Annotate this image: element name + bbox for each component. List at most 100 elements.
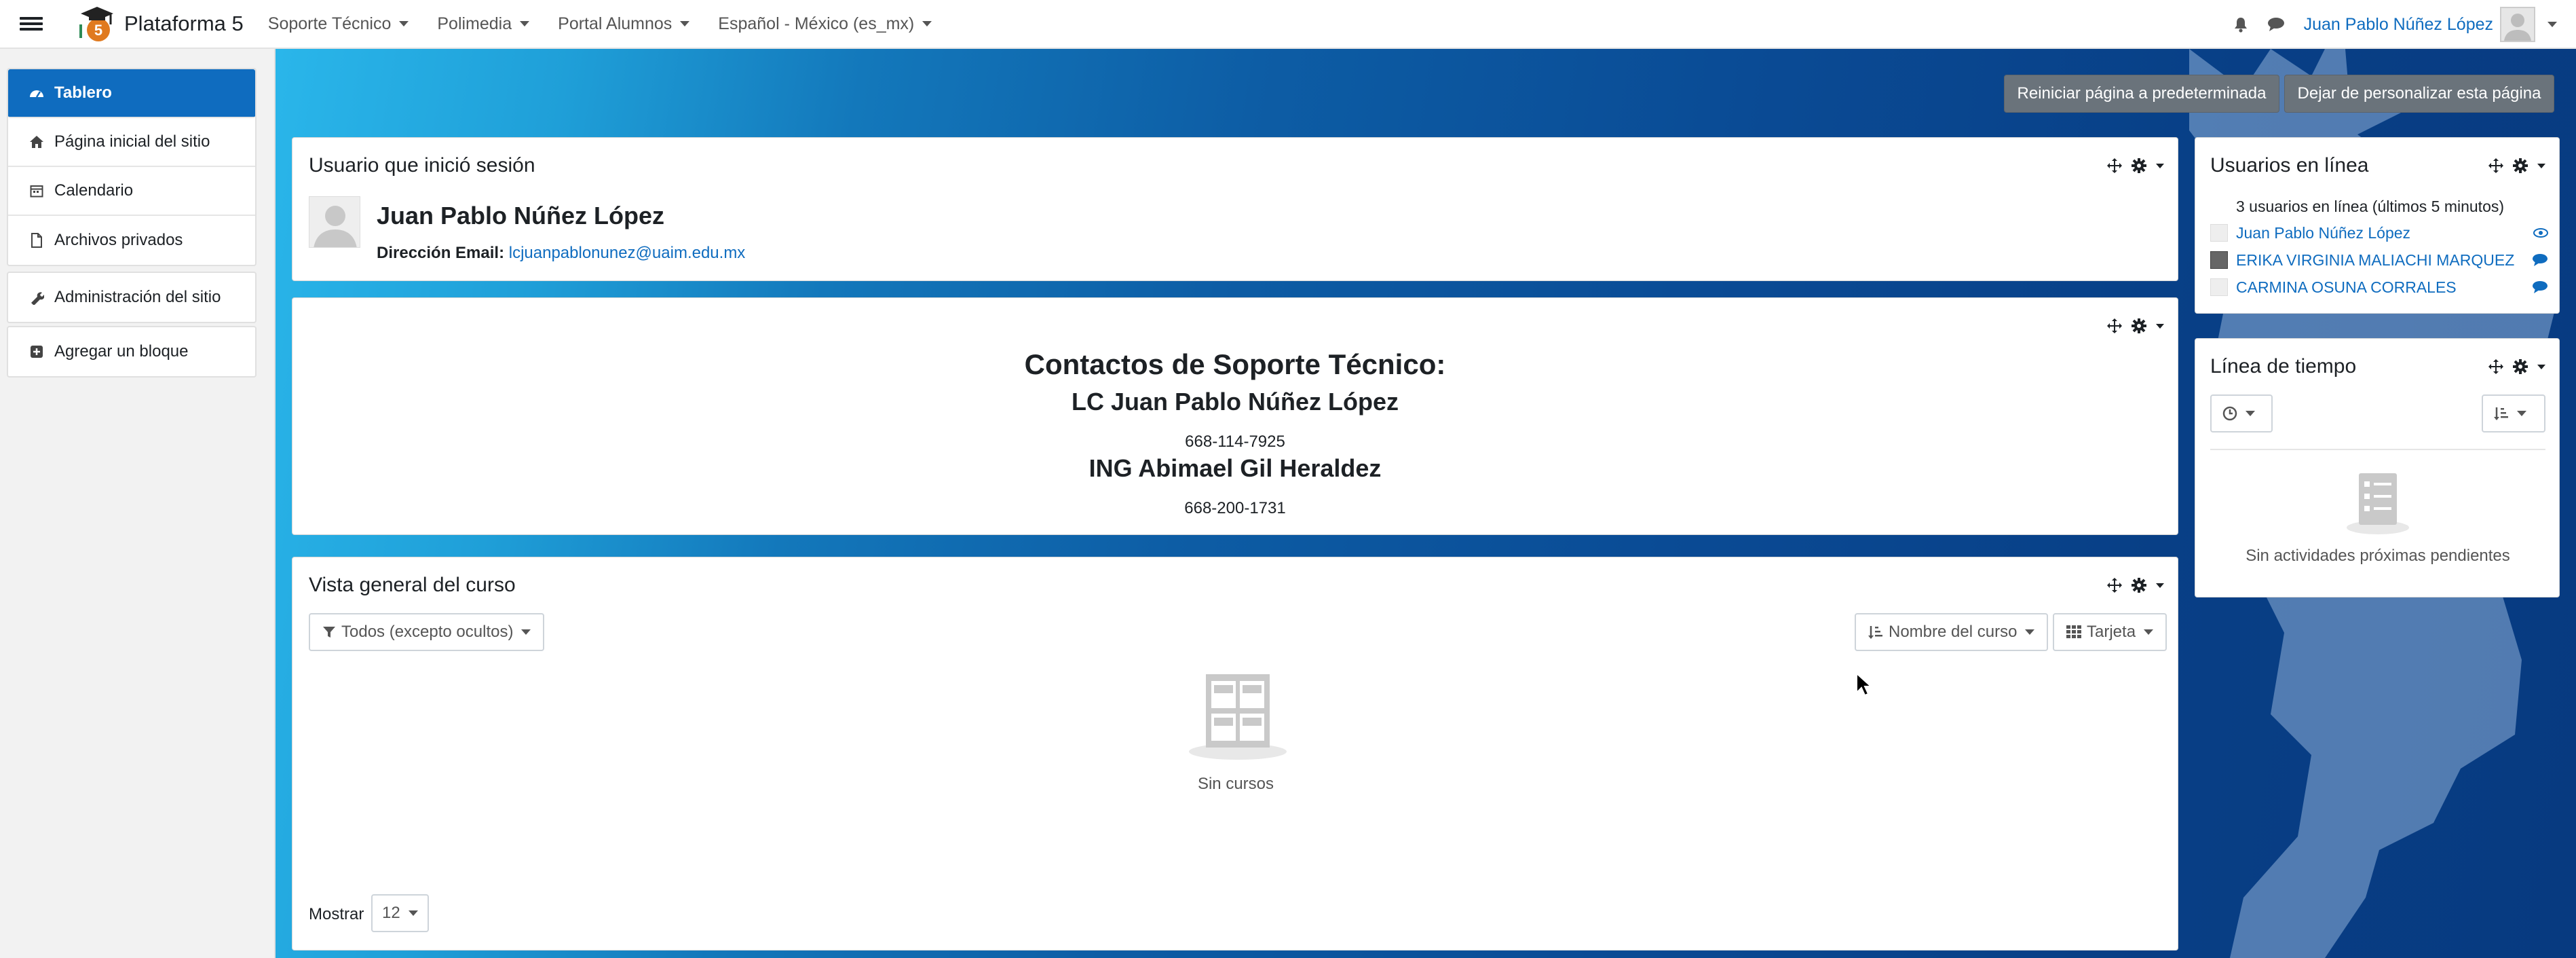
divider [2210,449,2545,450]
email-label: Dirección Email: [377,244,505,262]
contact-person-1: LC Juan Pablo Núñez López [1071,388,1399,416]
course-filter-dropdown[interactable]: Todos (excepto ocultos) [309,613,545,651]
course-sort-dropdown[interactable]: Nombre del curso [1855,613,2049,651]
chevron-down-icon [2517,411,2526,416]
online-user-row: Juan Pablo Núñez López [2210,222,2550,244]
no-courses-text: Sin cursos [1197,775,1274,793]
nav-item-site-home[interactable]: Página inicial del sitio [8,118,255,167]
user-picture [309,196,360,248]
wrench-icon [29,289,45,306]
nav-drawer: Tablero Página inicial del sitio Calenda… [0,49,276,958]
chevron-down-icon [399,21,409,26]
block-controls [2098,158,2164,173]
chevron-down-icon[interactable] [2156,583,2164,588]
menu-label: Portal Alumnos [558,14,673,33]
message-icon[interactable] [2532,253,2548,267]
paging-value: 12 [382,904,400,922]
move-icon[interactable] [2107,158,2122,173]
chevron-down-icon[interactable] [2156,323,2164,329]
menu-portal-alumnos[interactable]: Portal Alumnos [558,14,690,34]
reset-page-button[interactable]: Reiniciar página a predeterminada [2004,75,2279,113]
home-icon [29,134,45,150]
block-controls [2098,318,2164,333]
menu-toggle-icon[interactable] [20,16,43,32]
nav-item-private-files[interactable]: Archivos privados [8,216,255,265]
gear-icon[interactable] [2513,158,2528,173]
nav-item-calendar[interactable]: Calendario [8,167,255,216]
online-user-link[interactable]: CARMINA OSUNA CORRALES [2236,278,2457,297]
eye-icon[interactable] [2533,227,2548,238]
clock-icon [2222,406,2237,421]
nav-item-label: Archivos privados [54,231,183,249]
top-navbar: 5 Plataforma 5 Soporte Técnico Polimedia… [0,0,2576,49]
chevron-down-icon [2144,629,2154,635]
chevron-down-icon [521,629,531,635]
user-fullname: Juan Pablo Núñez López [377,202,665,229]
nav-item-site-admin[interactable]: Administración del sitio [8,273,255,322]
nav-group-main: Tablero Página inicial del sitio Calenda… [7,68,257,266]
sort-icon [1868,626,1882,639]
user-thumb [2210,251,2228,269]
chevron-down-icon[interactable] [2537,163,2545,168]
chevron-down-icon [922,21,932,26]
menu-polimedia[interactable]: Polimedia [437,14,530,34]
contact-phone-1: 668-114-7925 [1185,432,1285,451]
site-brand[interactable]: 5 Plataforma 5 [75,4,244,43]
move-icon[interactable] [2488,359,2503,374]
chevron-down-icon[interactable] [2537,364,2545,369]
chevron-down-icon [408,910,418,916]
plus-square-icon [29,344,45,360]
nav-item-tablero[interactable]: Tablero [8,69,255,118]
no-courses-icon [1187,673,1289,761]
online-user-row: CARMINA OSUNA CORRALES [2210,276,2550,298]
custom-menu: Soporte Técnico Polimedia Portal Alumnos… [268,14,961,34]
sort-label: Nombre del curso [1889,623,2018,641]
move-icon[interactable] [2107,318,2122,333]
filter-icon [323,627,335,638]
chevron-down-icon[interactable] [2156,163,2164,168]
gear-icon[interactable] [2132,318,2146,333]
online-user-link[interactable]: Juan Pablo Núñez López [2236,224,2410,242]
logged-user-block: Usuario que inició sesión Juan Pablo Núñ… [292,137,2178,281]
grid-icon [2066,625,2081,638]
contact-person-2: ING Abimael Gil Heraldez [1088,454,1382,482]
timeline-filter-dropdown[interactable] [2210,394,2273,432]
calendar-icon [29,183,45,199]
support-contacts-block: Contactos de Soporte Técnico: LC Juan Pa… [292,297,2178,535]
timeline-sort-dropdown[interactable] [2482,394,2545,432]
email-link[interactable]: lcjuanpablonunez@uaim.edu.mx [509,244,746,262]
user-avatar[interactable] [2500,7,2535,42]
online-user-row: ERIKA VIRGINIA MALIACHI MARQUEZ [2210,249,2550,271]
mouse-cursor-icon [1856,672,1873,697]
dashboard-icon [29,85,45,101]
course-view-dropdown[interactable]: Tarjeta [2053,613,2167,651]
svg-text:5: 5 [94,22,102,39]
nav-group-admin: Administración del sitio [7,272,257,323]
move-icon[interactable] [2107,578,2122,593]
nav-group-add-block: Agregar un bloque [7,326,257,377]
language-menu[interactable]: Español - México (es_mx) [718,14,932,34]
menu-label: Polimedia [437,14,512,33]
timeline-block: Línea de tiempo Sin actividades próximas… [2195,338,2560,597]
course-overview-block: Vista general del curso Todos (excepto o… [292,557,2178,951]
messages-icon[interactable] [2267,17,2285,32]
gear-icon[interactable] [2513,359,2528,374]
stop-customizing-button[interactable]: Dejar de personalizar esta página [2284,75,2554,113]
move-icon[interactable] [2488,158,2503,173]
message-icon[interactable] [2532,280,2548,294]
no-activities-icon [2344,471,2412,536]
gear-icon[interactable] [2132,158,2146,173]
chevron-down-icon [680,21,690,26]
view-label: Tarjeta [2087,623,2136,641]
notifications-bell-icon[interactable] [2233,16,2248,33]
nav-item-add-block[interactable]: Agregar un bloque [8,327,255,376]
chevron-down-icon[interactable] [2547,22,2557,27]
user-menu-name[interactable]: Juan Pablo Núñez López [2304,15,2493,35]
gear-icon[interactable] [2132,578,2146,593]
block-title: Usuarios en línea [2210,154,2369,177]
paging-dropdown[interactable]: 12 [371,894,429,932]
menu-label: Soporte Técnico [267,14,392,33]
block-title: Vista general del curso [309,574,516,596]
online-user-link[interactable]: ERIKA VIRGINIA MALIACHI MARQUEZ [2236,251,2514,270]
menu-soporte-tecnico[interactable]: Soporte Técnico [268,14,409,34]
